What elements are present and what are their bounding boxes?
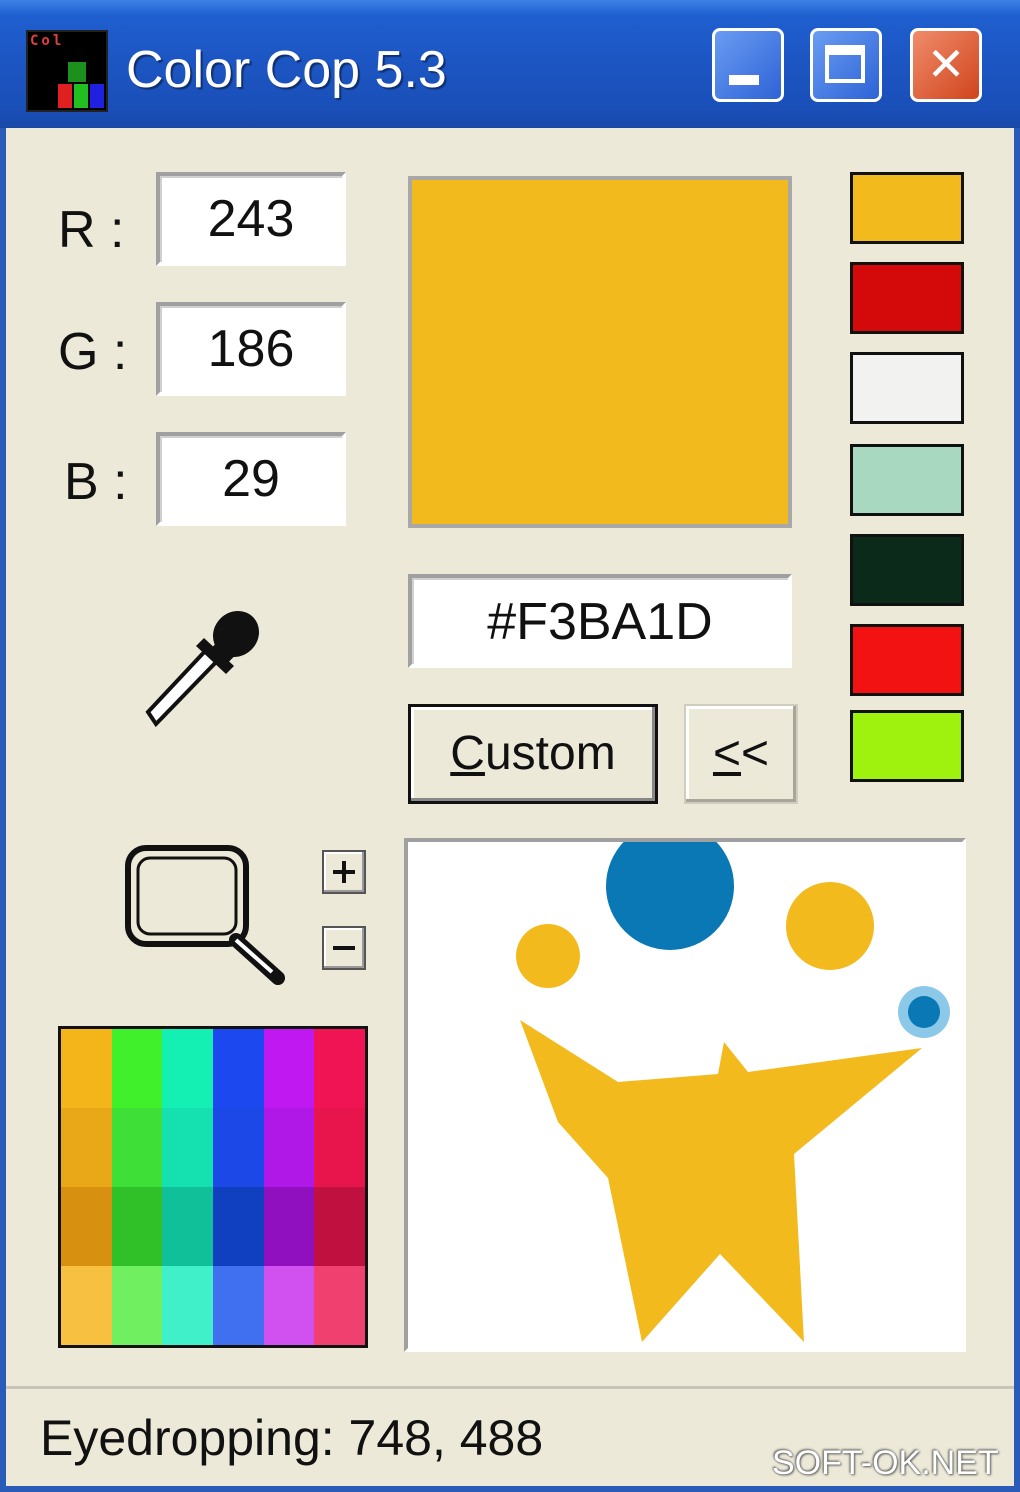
hex-value-field[interactable]: #F3BA1D	[408, 574, 792, 668]
zoomed-logo-image	[516, 842, 950, 1342]
red-value-field[interactable]: 243	[156, 172, 346, 266]
palette-cell[interactable]	[162, 1266, 213, 1345]
palette-cell[interactable]	[162, 1187, 213, 1266]
watermark: SOFT-OK.NET	[772, 1444, 999, 1482]
logo-yellow-ball-right	[786, 882, 874, 970]
history-swatch[interactable]	[850, 444, 964, 516]
logo-blue-ball-top	[606, 842, 734, 950]
close-icon: ✕	[926, 37, 966, 91]
red-label: R :	[58, 201, 125, 259]
palette-cell[interactable]	[213, 1108, 264, 1187]
palette-cell[interactable]	[111, 1187, 163, 1266]
color-cop-window: Col Color Cop 5.3 ✕ R : 243 G : 186 B : …	[0, 0, 1020, 1492]
blue-value-field[interactable]: 29	[156, 432, 346, 526]
color-palette[interactable]	[58, 1026, 368, 1348]
history-back-button[interactable]: <<	[684, 704, 798, 804]
palette-cell[interactable]	[111, 1029, 163, 1108]
green-value-field[interactable]: 186	[156, 302, 346, 396]
zoom-preview[interactable]	[404, 838, 966, 1352]
title-bar[interactable]: Col Color Cop 5.3 ✕	[0, 0, 1020, 128]
history-swatch[interactable]	[850, 710, 964, 782]
palette-cell[interactable]	[314, 1187, 365, 1266]
palette-cell[interactable]	[314, 1029, 365, 1108]
custom-button[interactable]: Custom	[408, 704, 658, 804]
palette-cell[interactable]	[61, 1187, 112, 1266]
palette-cell[interactable]	[314, 1266, 365, 1345]
palette-cell[interactable]	[263, 1029, 315, 1108]
logo-yellow-ball-left	[516, 924, 580, 988]
history-swatch[interactable]	[850, 624, 964, 696]
palette-cell[interactable]	[111, 1266, 163, 1345]
palette-cell[interactable]	[61, 1108, 112, 1187]
palette-cell[interactable]	[111, 1108, 163, 1187]
palette-cell[interactable]	[162, 1108, 213, 1187]
minus-icon	[333, 946, 355, 950]
window-title: Color Cop 5.3	[126, 41, 447, 99]
palette-cell[interactable]	[263, 1108, 315, 1187]
history-swatch[interactable]	[850, 534, 964, 606]
palette-cell[interactable]	[162, 1029, 213, 1108]
maximize-button[interactable]	[810, 28, 882, 102]
blue-label: B :	[64, 453, 128, 511]
zoom-in-button[interactable]	[322, 850, 366, 894]
maximize-icon	[825, 45, 865, 83]
eyedropper-icon[interactable]	[134, 600, 274, 740]
palette-cell[interactable]	[61, 1029, 112, 1108]
palette-cell[interactable]	[263, 1187, 315, 1266]
magnifier-icon[interactable]	[122, 842, 292, 992]
close-button[interactable]: ✕	[910, 28, 982, 102]
green-label: G :	[58, 323, 128, 381]
palette-cell[interactable]	[213, 1187, 264, 1266]
history-swatch[interactable]	[850, 352, 964, 424]
palette-cell[interactable]	[263, 1266, 315, 1345]
history-swatch[interactable]	[850, 172, 964, 244]
palette-cell[interactable]	[61, 1266, 112, 1345]
minimize-button[interactable]	[712, 28, 784, 102]
logo-blue-ball-small	[908, 996, 940, 1028]
status-text: Eyedropping: 748, 488	[40, 1410, 544, 1466]
app-icon[interactable]: Col	[26, 30, 108, 112]
history-swatch[interactable]	[850, 262, 964, 334]
palette-cell[interactable]	[213, 1029, 264, 1108]
current-color-swatch	[408, 176, 792, 528]
palette-cell[interactable]	[213, 1266, 264, 1345]
zoom-out-button[interactable]	[322, 926, 366, 970]
logo-star-figure	[520, 1020, 922, 1342]
minimize-icon	[729, 75, 759, 85]
palette-cell[interactable]	[314, 1108, 365, 1187]
